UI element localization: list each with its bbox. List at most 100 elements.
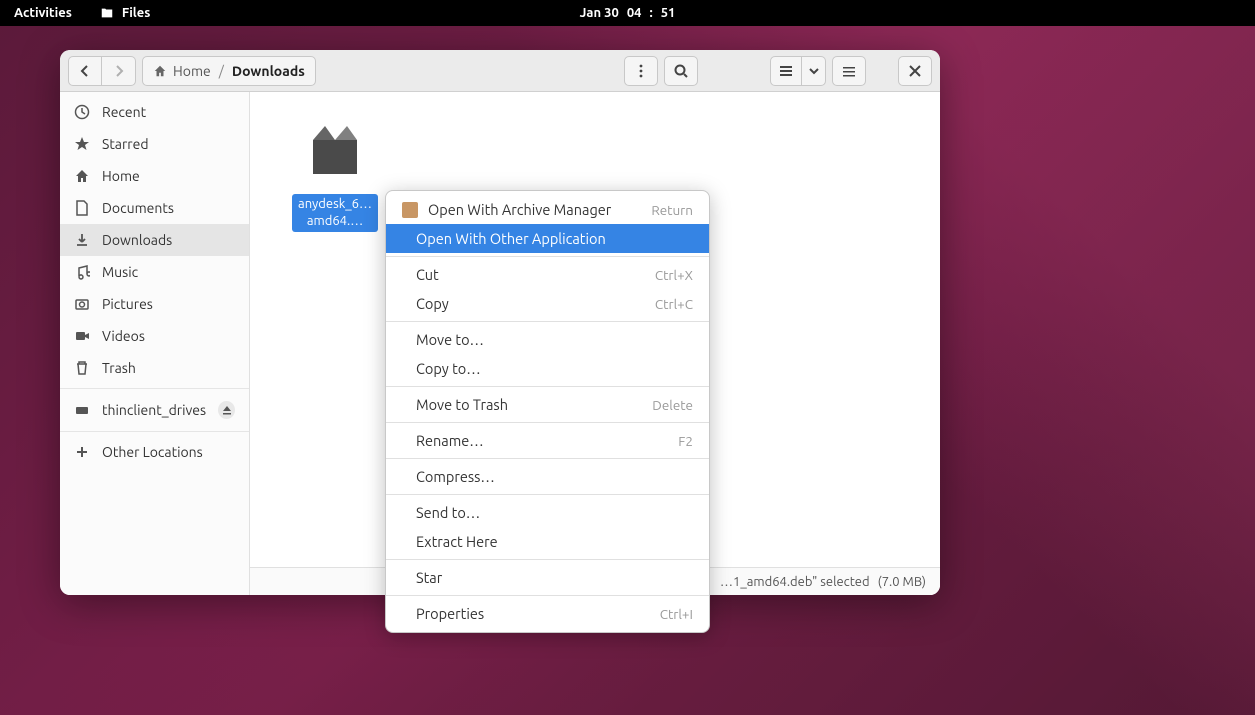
archive-manager-icon: [402, 202, 418, 218]
chevron-left-icon: [77, 63, 93, 79]
view-options-button[interactable]: [624, 56, 658, 86]
menu-accel: Return: [651, 202, 693, 218]
view-dropdown-button[interactable]: [802, 56, 826, 86]
search-icon: [673, 63, 689, 79]
sidebar-label: Pictures: [102, 296, 153, 312]
camera-icon: [74, 296, 90, 312]
menu-move-to[interactable]: Move to…: [386, 325, 709, 354]
menu-separator: [386, 494, 709, 495]
sidebar-item-documents[interactable]: Documents: [60, 192, 249, 224]
home-icon: [153, 64, 167, 78]
kebab-icon: [633, 63, 649, 79]
menu-separator: [386, 559, 709, 560]
menu-separator: [386, 595, 709, 596]
sidebar-label: Trash: [102, 360, 136, 376]
nav-back-button[interactable]: [68, 56, 102, 86]
menu-label: Cut: [416, 266, 439, 283]
sidebar-divider: [60, 388, 249, 389]
menu-label: Open With Other Application: [416, 230, 606, 247]
plus-icon: [74, 444, 90, 460]
menu-label: Move to Trash: [416, 396, 508, 413]
star-icon: [74, 136, 90, 152]
sidebar-item-starred[interactable]: Starred: [60, 128, 249, 160]
menu-accel: F2: [678, 433, 693, 449]
menu-star[interactable]: Star: [386, 563, 709, 592]
sidebar-item-trash[interactable]: Trash: [60, 352, 249, 384]
app-label: Files: [122, 6, 150, 20]
hamburger-menu-button[interactable]: [832, 56, 866, 86]
chevron-down-icon: [806, 63, 822, 79]
path-bar[interactable]: Home / Downloads: [142, 56, 316, 86]
home-icon: [74, 168, 90, 184]
menu-accel: Delete: [652, 397, 693, 413]
sidebar-item-videos[interactable]: Videos: [60, 320, 249, 352]
sidebar-label: Videos: [102, 328, 145, 344]
menu-copy-to[interactable]: Copy to…: [386, 354, 709, 383]
menu-extract[interactable]: Extract Here: [386, 527, 709, 556]
sidebar-item-music[interactable]: Music: [60, 256, 249, 288]
menu-accel: Ctrl+C: [655, 296, 693, 312]
menu-open-archive[interactable]: Open With Archive Manager Return: [386, 195, 709, 224]
sidebar-divider: [60, 431, 249, 432]
search-button[interactable]: [664, 56, 698, 86]
eject-button[interactable]: [218, 401, 235, 419]
sidebar-item-other-locations[interactable]: Other Locations: [60, 436, 249, 468]
menu-separator: [386, 422, 709, 423]
headerbar: Home / Downloads: [60, 50, 940, 92]
menu-rename[interactable]: Rename… F2: [386, 426, 709, 455]
menu-separator: [386, 458, 709, 459]
file-item-anydesk-deb[interactable]: anydesk_6…amd64.…: [280, 110, 390, 232]
sidebar-item-home[interactable]: Home: [60, 160, 249, 192]
window-close-button[interactable]: [898, 56, 932, 86]
path-separator: /: [219, 63, 224, 79]
clock-hour: 04: [627, 6, 642, 20]
sidebar-label: thinclient_drives: [102, 402, 206, 418]
drive-icon: [74, 402, 90, 418]
sidebar-label: Music: [102, 264, 138, 280]
chevron-right-icon: [111, 63, 127, 79]
menu-trash[interactable]: Move to Trash Delete: [386, 390, 709, 419]
nav-forward-button[interactable]: [102, 56, 136, 86]
menu-label: Send to…: [416, 504, 480, 521]
menu-label: Compress…: [416, 468, 495, 485]
path-home[interactable]: Home: [153, 63, 211, 79]
menu-compress[interactable]: Compress…: [386, 462, 709, 491]
sidebar-item-pictures[interactable]: Pictures: [60, 288, 249, 320]
path-current[interactable]: Downloads: [232, 63, 305, 79]
places-sidebar: Recent Starred Home Documents Downloads …: [60, 92, 250, 595]
menu-label: Copy: [416, 295, 449, 312]
menu-accel: Ctrl+I: [660, 606, 693, 622]
menu-label: Properties: [416, 605, 484, 622]
menu-label: Star: [416, 569, 442, 586]
file-label: anydesk_6…amd64.…: [292, 194, 378, 232]
sidebar-item-drive[interactable]: thinclient_drives: [60, 393, 249, 427]
sidebar-label: Recent: [102, 104, 146, 120]
status-selected: 1_amd64.deb" selected: [733, 575, 870, 589]
sidebar-item-downloads[interactable]: Downloads: [60, 224, 249, 256]
package-icon: [303, 118, 367, 182]
list-icon: [778, 63, 794, 79]
status-size: (7.0 MB): [878, 575, 926, 589]
sidebar-label: Documents: [102, 200, 174, 216]
gnome-top-bar: Activities Files Jan 30 04:51: [0, 0, 1255, 26]
sidebar-label: Home: [102, 168, 140, 184]
menu-separator: [386, 386, 709, 387]
menu-send-to[interactable]: Send to…: [386, 498, 709, 527]
eject-icon: [222, 405, 232, 415]
clock-icon: [74, 104, 90, 120]
activities-button[interactable]: Activities: [14, 6, 72, 20]
hamburger-icon: [841, 63, 857, 79]
list-view-button[interactable]: [770, 56, 802, 86]
files-app-icon: [100, 6, 114, 20]
sidebar-label: Starred: [102, 136, 149, 152]
menu-copy[interactable]: Copy Ctrl+C: [386, 289, 709, 318]
sidebar-item-recent[interactable]: Recent: [60, 96, 249, 128]
clock[interactable]: Jan 30 04:51: [580, 6, 676, 20]
menu-properties[interactable]: Properties Ctrl+I: [386, 599, 709, 628]
menu-cut[interactable]: Cut Ctrl+X: [386, 260, 709, 289]
sidebar-label: Other Locations: [102, 444, 203, 460]
current-app-menu[interactable]: Files: [100, 6, 150, 20]
music-icon: [74, 264, 90, 280]
menu-label: Extract Here: [416, 533, 498, 550]
menu-open-other[interactable]: Open With Other Application: [386, 224, 709, 253]
